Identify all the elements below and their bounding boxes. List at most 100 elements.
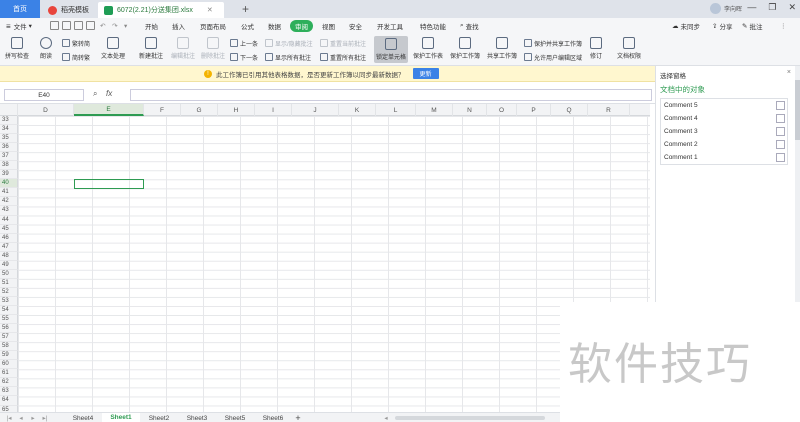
revise-button[interactable]: 修订: [590, 37, 602, 60]
close-tab-icon[interactable]: ✕: [207, 6, 213, 14]
sheet-tab[interactable]: Sheet5: [216, 413, 254, 422]
text-process-button[interactable]: 文本处理: [101, 37, 125, 60]
share-button[interactable]: ⇪ 分享: [712, 20, 732, 32]
row-header[interactable]: 56: [0, 324, 18, 334]
column-header[interactable]: L: [376, 104, 416, 116]
column-header[interactable]: F: [144, 104, 181, 116]
protect-workbook-button[interactable]: 保护工作簿: [450, 37, 480, 60]
lock-cells-button[interactable]: 锁定单元格: [374, 36, 409, 63]
row-header[interactable]: 62: [0, 378, 18, 388]
row-header[interactable]: 42: [0, 197, 18, 207]
row-header[interactable]: 33: [0, 116, 18, 126]
print-icon[interactable]: [74, 21, 83, 30]
row-header[interactable]: 60: [0, 360, 18, 370]
reset-comment-button[interactable]: 重置当前批注: [320, 38, 366, 48]
visibility-toggle-icon[interactable]: [776, 127, 785, 136]
select-all-corner[interactable]: [0, 104, 18, 116]
more-icon[interactable]: ▾: [124, 20, 127, 32]
first-sheet-icon[interactable]: |◂: [4, 413, 14, 422]
vertical-scrollbar[interactable]: [795, 66, 800, 302]
row-header[interactable]: 52: [0, 287, 18, 297]
list-item[interactable]: Comment 1: [661, 151, 787, 164]
column-header[interactable]: E: [74, 104, 144, 116]
simp-to-trad-button[interactable]: 简转繁: [62, 52, 90, 62]
row-header[interactable]: 39: [0, 170, 18, 180]
menu-view[interactable]: 视图: [322, 20, 335, 32]
protect-and-share-button[interactable]: 保护并共享工作簿: [524, 38, 582, 48]
list-item[interactable]: Comment 3: [661, 125, 787, 138]
row-header[interactable]: 35: [0, 134, 18, 144]
file-menu[interactable]: ≡ 文件 ▾: [6, 20, 32, 32]
sheet-tab[interactable]: Sheet4: [64, 413, 102, 422]
search-button[interactable]: ⌕ 查找: [460, 20, 479, 32]
next-comment-button[interactable]: 下一条: [230, 52, 258, 62]
row-header[interactable]: 47: [0, 242, 18, 252]
sheet-tab-active[interactable]: Sheet1: [102, 413, 140, 422]
read-aloud-button[interactable]: 朗读: [40, 37, 52, 60]
new-tab-button[interactable]: +: [236, 0, 255, 18]
reset-all-comments-button[interactable]: 重置所有批注: [320, 52, 366, 62]
menu-data[interactable]: 数据: [268, 20, 281, 32]
menu-start[interactable]: 开始: [145, 20, 158, 32]
scroll-left-icon[interactable]: ◂: [380, 413, 392, 422]
close-icon[interactable]: ×: [787, 69, 791, 76]
close-icon[interactable]: ✕: [788, 2, 796, 13]
column-header[interactable]: Q: [551, 104, 588, 116]
column-header[interactable]: M: [416, 104, 453, 116]
row-header[interactable]: 46: [0, 233, 18, 243]
menu-special[interactable]: 特色功能: [420, 20, 446, 32]
formula-input[interactable]: [130, 89, 652, 101]
row-header[interactable]: 59: [0, 351, 18, 361]
menu-developer[interactable]: 开发工具: [377, 20, 403, 32]
file-tab[interactable]: 6072(2.21)分送集团.xlsx ✕: [98, 2, 224, 18]
fx-icon[interactable]: fx: [106, 89, 112, 98]
visibility-toggle-icon[interactable]: [776, 140, 785, 149]
row-header[interactable]: 48: [0, 251, 18, 261]
prev-sheet-icon[interactable]: ◂: [16, 413, 26, 422]
edit-comment-button[interactable]: 编辑批注: [171, 37, 195, 60]
row-header[interactable]: 45: [0, 224, 18, 234]
list-item[interactable]: Comment 5: [661, 99, 787, 112]
more-options-icon[interactable]: ⋮: [780, 20, 787, 32]
menu-review[interactable]: 审阅: [290, 20, 313, 32]
user-account[interactable]: 李向晖: [709, 3, 742, 14]
row-header[interactable]: 64: [0, 396, 18, 406]
prev-comment-button[interactable]: 上一条: [230, 38, 258, 48]
row-header[interactable]: 63: [0, 387, 18, 397]
doc-rights-button[interactable]: 文档权限: [617, 37, 641, 60]
show-hide-comment-button[interactable]: 显示/隐藏批注: [265, 38, 313, 48]
list-item[interactable]: Comment 2: [661, 138, 787, 151]
sheet-tab[interactable]: Sheet3: [178, 413, 216, 422]
visibility-toggle-icon[interactable]: [776, 114, 785, 123]
row-header[interactable]: 50: [0, 269, 18, 279]
trad-to-simp-button[interactable]: 繁转简: [62, 38, 90, 48]
visibility-toggle-icon[interactable]: [776, 153, 785, 162]
menu-page-layout[interactable]: 页面布局: [200, 20, 226, 32]
show-all-comments-button[interactable]: 显示所有批注: [265, 52, 311, 62]
row-header[interactable]: 58: [0, 342, 18, 352]
list-item[interactable]: Comment 4: [661, 112, 787, 125]
undo-icon[interactable]: ↶: [100, 20, 105, 32]
new-comment-button[interactable]: 新建批注: [139, 37, 163, 60]
comment-button[interactable]: ✎ 批注: [742, 20, 762, 32]
next-sheet-icon[interactable]: ▸: [28, 413, 38, 422]
column-header[interactable]: D: [18, 104, 74, 116]
save-icon[interactable]: [50, 21, 59, 30]
column-header[interactable]: N: [453, 104, 487, 116]
sync-status[interactable]: ☁ 未同步: [672, 20, 700, 32]
row-header[interactable]: 37: [0, 152, 18, 162]
row-header[interactable]: 44: [0, 215, 18, 225]
row-header[interactable]: 34: [0, 125, 18, 135]
template-tab[interactable]: 稻壳模板: [42, 2, 96, 18]
delete-comment-button[interactable]: 删除批注: [201, 37, 225, 60]
menu-formula[interactable]: 公式: [241, 20, 254, 32]
row-header[interactable]: 54: [0, 305, 18, 316]
row-header[interactable]: 53: [0, 296, 18, 306]
row-header[interactable]: 55: [0, 315, 18, 325]
sheet-tab[interactable]: Sheet2: [140, 413, 178, 422]
row-header[interactable]: 41: [0, 188, 18, 198]
row-header[interactable]: 61: [0, 369, 18, 379]
row-header[interactable]: 36: [0, 143, 18, 153]
row-header[interactable]: 38: [0, 161, 18, 171]
export-pdf-icon[interactable]: [62, 21, 71, 30]
